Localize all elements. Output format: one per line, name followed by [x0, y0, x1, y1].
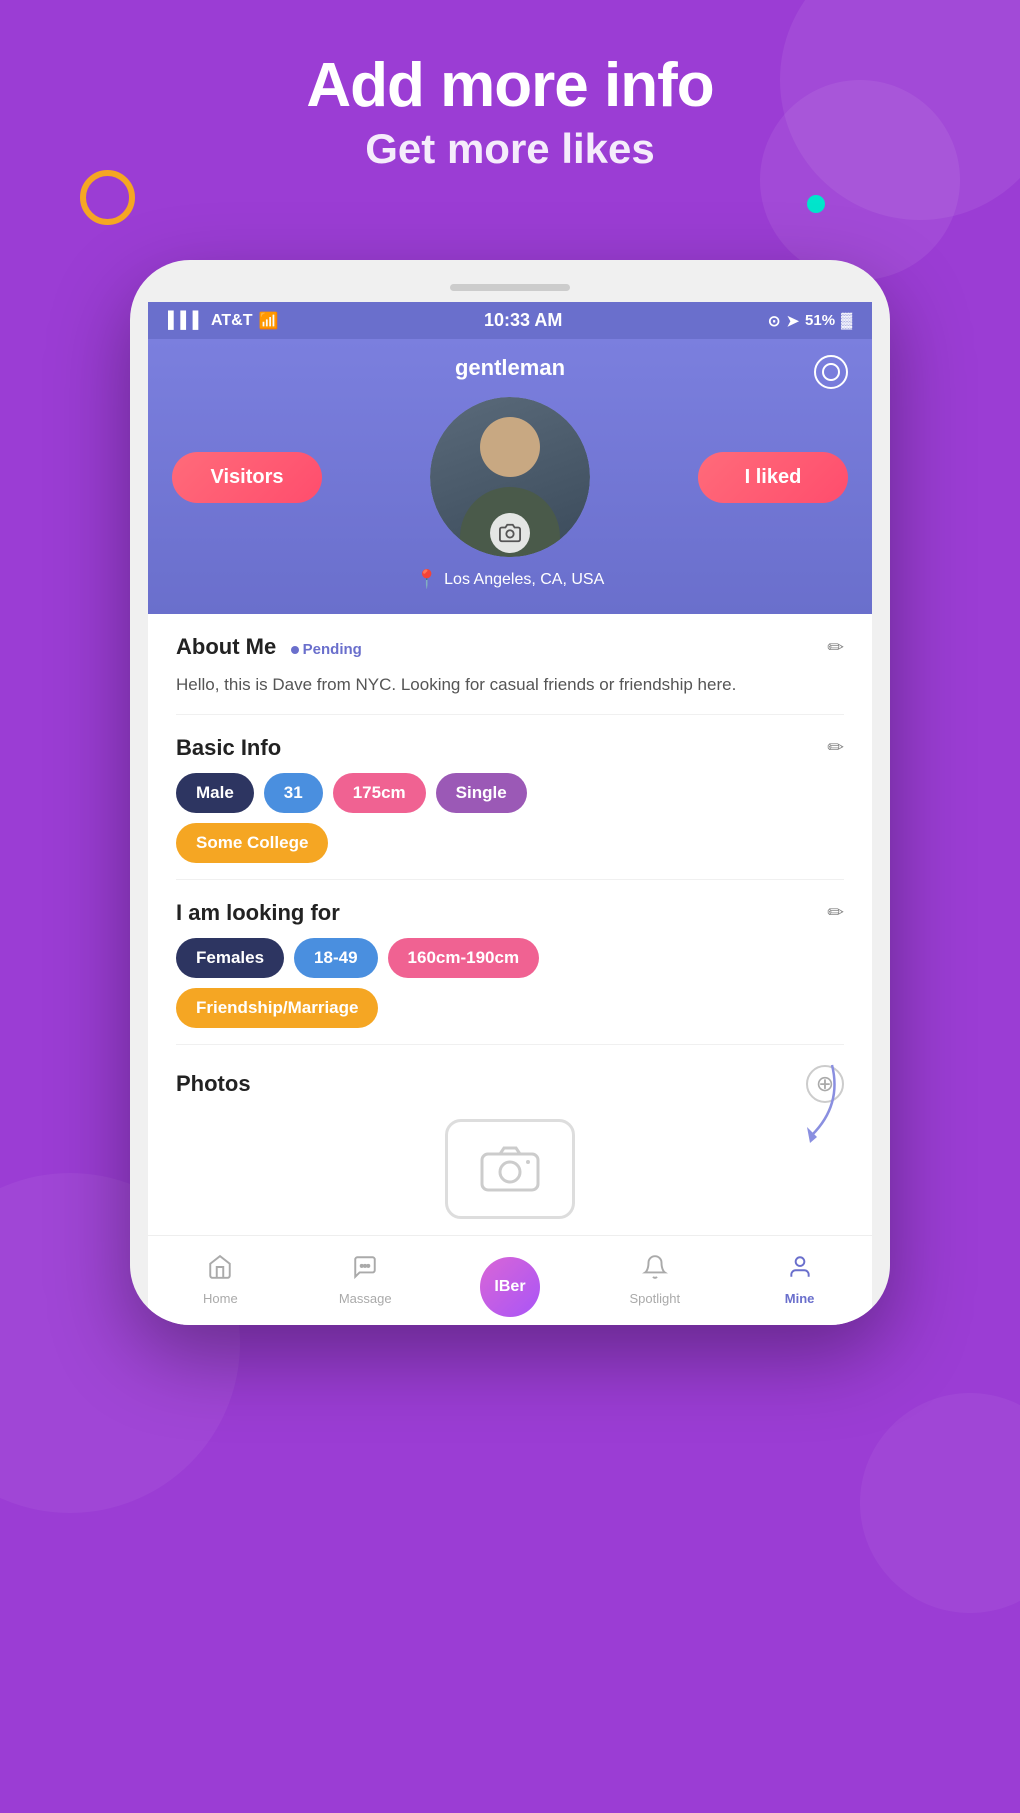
looking-for-title: I am looking for [176, 900, 340, 926]
carrier-name: AT&T [211, 312, 252, 330]
profile-username: gentleman [172, 355, 848, 381]
tag-relationship: Friendship/Marriage [176, 988, 378, 1028]
phone-frame: ▌▌▌ AT&T 📶 10:33 AM ⊙ ➤ 51% ▓ gentleman … [130, 260, 890, 1325]
about-me-edit-icon[interactable]: ✏ [827, 635, 844, 660]
camera-placeholder-icon [480, 1144, 540, 1194]
status-bar: ▌▌▌ AT&T 📶 10:33 AM ⊙ ➤ 51% ▓ [148, 302, 872, 339]
target-icon[interactable] [814, 355, 848, 389]
looking-for-tags-row2: Friendship/Marriage [176, 988, 844, 1028]
liked-button[interactable]: I liked [698, 452, 848, 503]
tag-male: Male [176, 773, 254, 813]
header-subtitle: Get more likes [0, 125, 1020, 173]
nav-home[interactable]: Home [148, 1236, 293, 1325]
photos-title: Photos [176, 1071, 251, 1097]
about-me-title: About Me [176, 634, 276, 659]
time-display: 10:33 AM [484, 310, 562, 331]
looking-for-tags: Females 18-49 160cm-190cm [176, 938, 844, 978]
nav-spotlight-label: Spotlight [629, 1291, 680, 1306]
tag-education: Some College [176, 823, 328, 863]
content-area: About Me Pending ✏ Hello, this is Dave f… [148, 614, 872, 1235]
iber-button[interactable]: IBer [480, 1257, 540, 1317]
location-text: Los Angeles, CA, USA [444, 571, 604, 589]
home-icon [207, 1254, 233, 1287]
camera-button[interactable] [490, 513, 530, 553]
camera-placeholder [445, 1119, 575, 1219]
phone-frame-wrapper: ▌▌▌ AT&T 📶 10:33 AM ⊙ ➤ 51% ▓ gentleman … [130, 260, 890, 1325]
teal-dot-decoration [807, 195, 825, 213]
status-left: ▌▌▌ AT&T 📶 [168, 311, 278, 331]
location-icon: ⊙ [768, 312, 781, 330]
looking-for-header: I am looking for ✏ [176, 900, 844, 926]
tag-females: Females [176, 938, 284, 978]
tag-height: 175cm [333, 773, 426, 813]
profile-action-row: Visitors [172, 397, 848, 557]
battery-percent: 51% [805, 312, 835, 329]
mine-icon [787, 1254, 813, 1287]
about-me-text: Hello, this is Dave from NYC. Looking fo… [176, 672, 844, 698]
nav-massage-label: Massage [339, 1291, 392, 1306]
nav-massage[interactable]: Massage [293, 1236, 438, 1325]
massage-icon [352, 1254, 378, 1287]
person-head [480, 417, 540, 477]
about-me-title-row: About Me Pending [176, 634, 362, 660]
tag-age-range: 18-49 [294, 938, 377, 978]
bottom-nav: Home Massage IBer [148, 1235, 872, 1325]
basic-info-section: Basic Info ✏ Male 31 175cm Single Some C… [176, 715, 844, 880]
photos-section: Photos ⊕ [176, 1045, 844, 1235]
signal-bars: ▌▌▌ [168, 312, 205, 330]
looking-for-section: I am looking for ✏ Females 18-49 160cm-1… [176, 880, 844, 1045]
tag-age: 31 [264, 773, 323, 813]
navigation-icon: ➤ [786, 312, 799, 330]
notch-pill [450, 284, 570, 291]
basic-info-tags: Male 31 175cm Single [176, 773, 844, 813]
camera-icon [499, 522, 521, 544]
status-right: ⊙ ➤ 51% ▓ [768, 312, 852, 330]
about-me-section: About Me Pending ✏ Hello, this is Dave f… [176, 614, 844, 715]
pending-dot [291, 646, 299, 654]
photo-placeholder [176, 1119, 844, 1219]
basic-info-edit-icon[interactable]: ✏ [827, 735, 844, 760]
bg-decoration-4 [860, 1393, 1020, 1613]
nav-mine[interactable]: Mine [727, 1236, 872, 1325]
profile-header: gentleman Visitors [148, 339, 872, 614]
header-section: Add more info Get more likes [0, 0, 1020, 173]
nav-home-label: Home [203, 1291, 238, 1306]
spotlight-icon [642, 1254, 668, 1287]
phone-notch [148, 278, 872, 296]
battery-icon: ▓ [841, 312, 852, 329]
nav-iber[interactable]: IBer [438, 1236, 583, 1325]
basic-info-tags-row2: Some College [176, 823, 844, 863]
basic-info-header: Basic Info ✏ [176, 735, 844, 761]
tag-height-range: 160cm-190cm [388, 938, 540, 978]
location-row: 📍 Los Angeles, CA, USA [416, 569, 605, 590]
tag-status: Single [436, 773, 527, 813]
nav-mine-label: Mine [785, 1291, 815, 1306]
location-pin-icon: 📍 [416, 569, 438, 590]
nav-spotlight[interactable]: Spotlight [582, 1236, 727, 1325]
orange-ring-decoration [80, 170, 135, 225]
wifi-icon: 📶 [258, 311, 278, 331]
photos-header: Photos ⊕ [176, 1065, 844, 1103]
curved-arrow-icon [772, 1055, 852, 1155]
avatar-container [430, 397, 590, 557]
pending-badge: Pending [291, 641, 362, 658]
about-me-header: About Me Pending ✏ [176, 634, 844, 660]
header-title: Add more info [0, 50, 1020, 121]
basic-info-title: Basic Info [176, 735, 281, 761]
looking-for-edit-icon[interactable]: ✏ [827, 900, 844, 925]
visitors-button[interactable]: Visitors [172, 452, 322, 503]
